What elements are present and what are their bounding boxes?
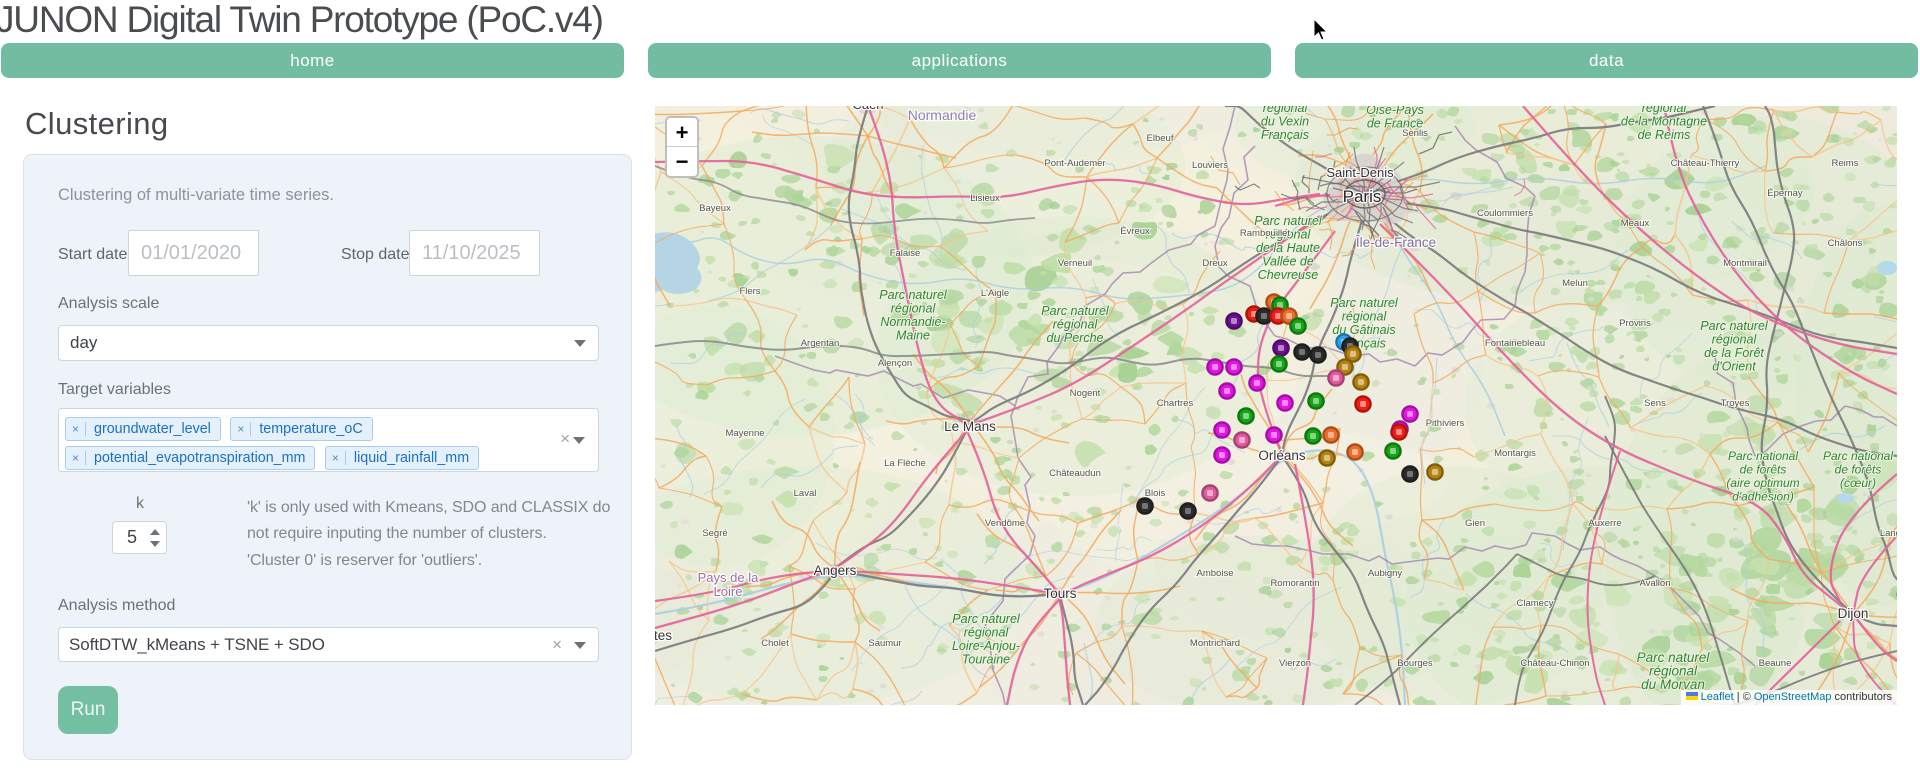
- svg-text:Mayenne: Mayenne: [725, 428, 764, 439]
- svg-text:Aubigny: Aubigny: [1368, 568, 1403, 579]
- svg-text:Rambouillet: Rambouillet: [1240, 228, 1291, 239]
- svg-text:régional: régional: [964, 626, 1010, 640]
- svg-text:Touraine: Touraine: [962, 653, 1010, 667]
- svg-text:Caen: Caen: [852, 106, 883, 112]
- svg-text:Parc naturel: Parc naturel: [1700, 319, 1769, 333]
- svg-text:Avallon: Avallon: [1640, 578, 1671, 589]
- svg-text:Romorantin: Romorantin: [1270, 578, 1319, 589]
- svg-text:Saumur: Saumur: [868, 638, 901, 649]
- svg-text:Blois: Blois: [1145, 488, 1166, 499]
- svg-text:régional: régional: [1342, 310, 1388, 324]
- svg-text:Lisieux: Lisieux: [970, 193, 1000, 204]
- svg-text:Chartres: Chartres: [1157, 398, 1194, 409]
- svg-text:Parc naturel: Parc naturel: [1330, 296, 1399, 310]
- svg-text:Vallée de: Vallée de: [1262, 255, 1314, 269]
- svg-text:Vierzon: Vierzon: [1279, 658, 1311, 669]
- svg-text:de forêts: de forêts: [1835, 463, 1882, 477]
- svg-text:de Reims: de Reims: [1638, 128, 1691, 142]
- svg-text:Parc naturel: Parc naturel: [1254, 214, 1323, 228]
- svg-text:Tours: Tours: [1043, 586, 1076, 601]
- svg-text:Parc national: Parc national: [1728, 449, 1798, 463]
- svg-text:de forêts: de forêts: [1740, 463, 1787, 477]
- svg-text:Pays de la: Pays de la: [698, 570, 759, 585]
- svg-text:Maine: Maine: [896, 329, 930, 343]
- svg-text:Vendôme: Vendôme: [985, 518, 1025, 529]
- svg-text:Parc national: Parc national: [1823, 449, 1893, 463]
- svg-text:Châlons: Châlons: [1828, 238, 1863, 249]
- svg-text:Bourges: Bourges: [1397, 658, 1433, 669]
- svg-text:La Flèche: La Flèche: [884, 458, 926, 469]
- svg-text:Angers: Angers: [814, 563, 857, 578]
- svg-text:(cœur): (cœur): [1840, 476, 1876, 490]
- svg-text:Amboise: Amboise: [1197, 568, 1234, 579]
- svg-text:Île-de-France: Île-de-France: [1355, 235, 1436, 250]
- svg-text:Alençon: Alençon: [878, 358, 912, 369]
- svg-text:Laval: Laval: [794, 488, 817, 499]
- svg-text:régional: régional: [1053, 318, 1099, 332]
- svg-text:Langres: Langres: [1880, 528, 1897, 539]
- svg-text:Loire: Loire: [714, 584, 743, 599]
- svg-text:d'Orient: d'Orient: [1712, 360, 1756, 374]
- svg-text:Montargis: Montargis: [1494, 448, 1536, 459]
- svg-text:de la Montagne: de la Montagne: [1621, 115, 1707, 129]
- svg-text:(aire optimum: (aire optimum: [1726, 476, 1799, 490]
- svg-text:Dijon: Dijon: [1838, 606, 1869, 621]
- svg-text:Épernay: Épernay: [1767, 188, 1803, 199]
- svg-text:Montmirail: Montmirail: [1723, 258, 1767, 269]
- svg-text:Segré: Segré: [702, 528, 727, 539]
- svg-text:Bayeux: Bayeux: [699, 203, 731, 214]
- svg-text:Gien: Gien: [1465, 518, 1485, 529]
- svg-text:Troyes: Troyes: [1721, 398, 1750, 409]
- svg-text:Melun: Melun: [1562, 278, 1588, 289]
- svg-text:Oise-Pays: Oise-Pays: [1366, 106, 1424, 117]
- svg-text:Châteaudun: Châteaudun: [1049, 468, 1101, 479]
- svg-text:Falaise: Falaise: [890, 248, 921, 259]
- svg-text:Le Mans: Le Mans: [944, 419, 996, 434]
- svg-text:Louviers: Louviers: [1192, 160, 1228, 171]
- svg-text:Pithiviers: Pithiviers: [1426, 418, 1465, 429]
- svg-text:Meaux: Meaux: [1621, 218, 1650, 229]
- svg-text:Clamecy: Clamecy: [1517, 598, 1554, 609]
- svg-text:Elbeuf: Elbeuf: [1147, 133, 1174, 144]
- svg-text:Reims: Reims: [1832, 158, 1859, 169]
- svg-text:de la Forêt: de la Forêt: [1704, 346, 1764, 360]
- svg-text:Dreux: Dreux: [1202, 258, 1228, 269]
- svg-text:Cholet: Cholet: [761, 638, 789, 649]
- svg-text:Château-Thierry: Château-Thierry: [1671, 158, 1740, 169]
- svg-text:Montrichard: Montrichard: [1190, 638, 1240, 649]
- svg-text:Saint-Denis: Saint-Denis: [1326, 165, 1394, 180]
- svg-text:Flers: Flers: [739, 286, 760, 297]
- svg-text:du Vexin: du Vexin: [1261, 115, 1309, 129]
- svg-text:du Perche: du Perche: [1047, 331, 1104, 345]
- svg-text:Chevreuse: Chevreuse: [1258, 268, 1318, 282]
- svg-text:Pont-Audemer: Pont-Audemer: [1044, 158, 1105, 169]
- svg-text:Provins: Provins: [1619, 318, 1651, 329]
- svg-text:Français: Français: [1261, 128, 1309, 142]
- svg-text:Orléans: Orléans: [1258, 448, 1306, 463]
- svg-text:Évreux: Évreux: [1120, 226, 1150, 237]
- svg-text:Parc naturel: Parc naturel: [1041, 304, 1110, 318]
- svg-text:Château-Chinon: Château-Chinon: [1520, 658, 1589, 669]
- svg-text:régional: régional: [891, 302, 937, 316]
- svg-text:Sens: Sens: [1644, 398, 1666, 409]
- svg-text:régional: régional: [1712, 333, 1758, 347]
- svg-text:Parc naturel: Parc naturel: [879, 288, 948, 302]
- svg-text:Auxerre: Auxerre: [1588, 518, 1621, 529]
- svg-text:de la Haute: de la Haute: [1256, 241, 1320, 255]
- svg-text:Beaune: Beaune: [1759, 658, 1792, 669]
- svg-text:Loire-Anjou-: Loire-Anjou-: [952, 639, 1020, 653]
- svg-text:Nogent: Nogent: [1070, 388, 1101, 399]
- svg-text:Parc naturel: Parc naturel: [952, 612, 1021, 626]
- svg-text:Paris: Paris: [1343, 187, 1382, 206]
- svg-text:Normandie-: Normandie-: [880, 315, 945, 329]
- svg-text:Coulommiers: Coulommiers: [1477, 208, 1533, 219]
- svg-text:d'adhésion): d'adhésion): [1732, 490, 1794, 504]
- svg-text:Verneuil: Verneuil: [1058, 258, 1092, 269]
- svg-text:tes: tes: [655, 628, 672, 643]
- svg-text:Fontainebleau: Fontainebleau: [1485, 338, 1545, 349]
- svg-text:Senlis: Senlis: [1402, 128, 1428, 139]
- svg-text:Argentan: Argentan: [801, 338, 840, 349]
- svg-text:L'Aigle: L'Aigle: [981, 288, 1009, 299]
- svg-text:Normandie: Normandie: [908, 107, 977, 123]
